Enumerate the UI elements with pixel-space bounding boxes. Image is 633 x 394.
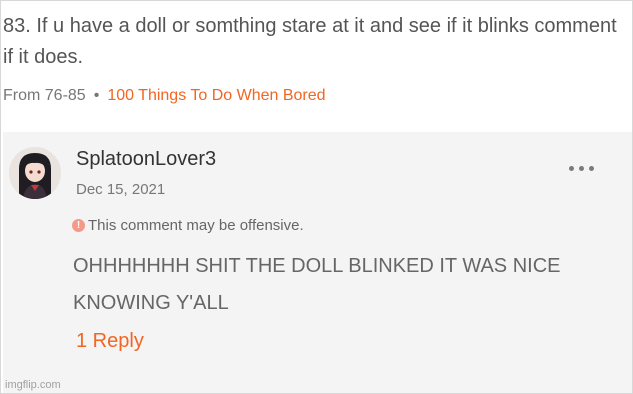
comment-username[interactable]: SplatoonLover3 — [76, 148, 216, 171]
offensive-warning: ! This comment may be offensive. — [72, 217, 304, 234]
post-text: 83. If u have a doll or somthing stare a… — [3, 15, 617, 68]
more-options-button[interactable] — [565, 161, 597, 175]
post-meta: From 76-85 • 100 Things To Do When Bored — [3, 87, 326, 105]
post-card: 83. If u have a doll or somthing stare a… — [1, 1, 632, 132]
comment-card: SplatoonLover3 Dec 15, 2021 ! This comme… — [3, 132, 632, 393]
watermark: imgflip.com — [5, 379, 61, 391]
comment-date: Dec 15, 2021 — [76, 181, 166, 198]
avatar-image — [9, 147, 61, 199]
post-range: From 76-85 — [3, 87, 86, 104]
list-link[interactable]: 100 Things To Do When Bored — [107, 87, 325, 104]
more-horizontal-icon-dot — [588, 165, 594, 171]
comment-text: OHHHHHHH SHIT THE DOLL BLINKED IT WAS NI… — [73, 255, 561, 314]
warning-text: This comment may be offensive. — [88, 217, 304, 234]
more-horizontal-icon-dot — [578, 165, 584, 171]
meta-separator: • — [93, 87, 100, 104]
page: 83. If u have a doll or somthing stare a… — [0, 0, 633, 394]
avatar[interactable] — [9, 147, 61, 199]
replies-link[interactable]: 1 Reply — [76, 330, 144, 353]
more-horizontal-icon — [568, 165, 574, 171]
alert-circle-icon: ! — [72, 219, 85, 232]
